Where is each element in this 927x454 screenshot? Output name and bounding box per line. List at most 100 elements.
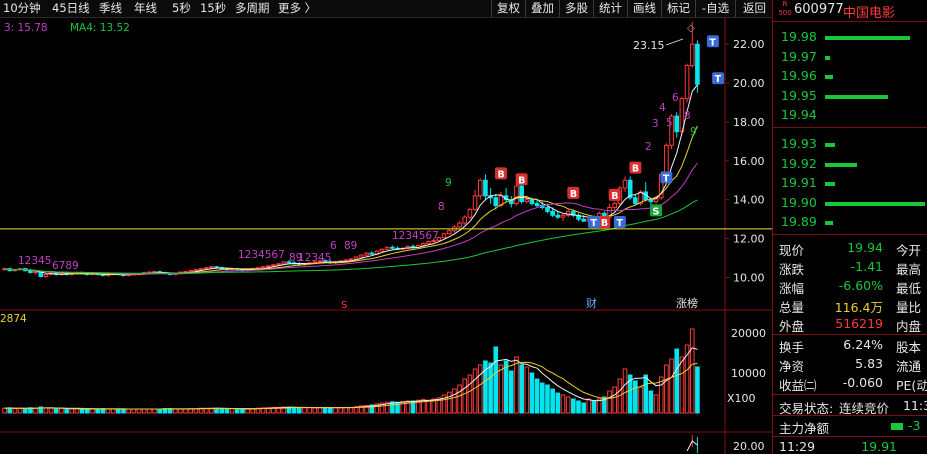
share-capital-label: 股本: [896, 340, 922, 355]
header-divider: [773, 21, 927, 22]
period-5sec[interactable]: 5秒: [172, 0, 191, 17]
volume-bar: [17, 407, 23, 414]
book-price[interactable]: 19.91: [781, 175, 817, 190]
volume-bar: [90, 408, 95, 414]
volume-bar: [183, 408, 188, 414]
stats-divider-3: [773, 394, 927, 395]
volume-bar: [524, 366, 530, 414]
candle: [664, 144, 669, 175]
quote-header: R 500 600977 中国电影: [773, 0, 927, 21]
stock-name[interactable]: 中国电影: [843, 2, 895, 21]
volume-bar: [141, 408, 147, 414]
period-more[interactable]: 更多 〉: [278, 0, 316, 17]
book-price[interactable]: 19.90: [781, 195, 817, 210]
stats-divider-4: [773, 415, 927, 416]
book-price[interactable]: 19.97: [781, 49, 817, 64]
outer-label: 外盘: [779, 319, 805, 334]
tick-price: 19.91: [861, 439, 897, 454]
book-price[interactable]: 19.98: [781, 29, 817, 44]
volume-bar: [53, 408, 59, 414]
candle: [519, 185, 524, 203]
mark-button[interactable]: 标记: [661, 0, 695, 17]
volume-bar: [33, 407, 38, 414]
period-multi[interactable]: 多周期: [235, 0, 270, 17]
ma-line: [4, 199, 698, 274]
book-price[interactable]: 19.89: [781, 214, 817, 229]
candle: [198, 268, 204, 271]
volume-bar: [653, 394, 659, 414]
candle: [209, 266, 214, 269]
book-price[interactable]: 19.93: [781, 136, 817, 151]
volume-bar: [571, 398, 576, 414]
volume-bar: [550, 388, 555, 414]
candle: [462, 216, 468, 224]
candle: [555, 214, 561, 218]
candle: [483, 179, 488, 197]
volume-bar: [493, 346, 499, 414]
change-value: -1.41: [850, 259, 883, 274]
inner-label: 内盘: [896, 319, 922, 334]
candle: [203, 267, 209, 270]
volume-bar: [622, 368, 628, 414]
kline-chart[interactable]: 3: 15.78 MA4: 13.52 2874 X100 20.00 23.1…: [0, 17, 772, 454]
volume-bar: [452, 388, 457, 414]
period-45day[interactable]: 45日线: [52, 0, 90, 17]
volume-bar: [152, 408, 157, 414]
volume-bar: [224, 408, 230, 414]
book-divider: [773, 127, 927, 128]
period-15sec[interactable]: 15秒: [200, 0, 226, 17]
stats-button[interactable]: 统计: [593, 0, 627, 17]
period-10min[interactable]: 10分钟: [3, 0, 41, 17]
buy-signal-label: B: [611, 191, 618, 202]
candle: [477, 179, 483, 197]
limit-list-marker[interactable]: 涨榜: [676, 296, 698, 310]
volume-bar: [586, 398, 592, 414]
candle: [633, 197, 638, 205]
volume-bar: [503, 360, 509, 414]
adjust-button[interactable]: 复权: [491, 0, 525, 17]
volume-bar: [302, 407, 307, 414]
seq-count: 12345: [298, 252, 331, 264]
volume-bar: [126, 408, 131, 414]
diamond-icon: ◇: [687, 23, 695, 34]
period-year[interactable]: 年线: [134, 0, 157, 17]
volume-bar: [229, 408, 235, 414]
remove-watchlist-button[interactable]: -自选: [695, 0, 735, 17]
candle: [265, 265, 271, 268]
back-button[interactable]: 返回: [735, 0, 773, 17]
volume-bar: [534, 378, 540, 414]
badge-top: R: [782, 0, 788, 8]
volume-bar: [638, 386, 643, 414]
candle: [281, 261, 287, 265]
candle: [674, 115, 680, 133]
candle: [369, 252, 374, 255]
volume-bar: [467, 374, 473, 414]
book-price[interactable]: 19.95: [781, 88, 817, 103]
candle: [514, 185, 519, 205]
high-callout: 23.15: [633, 39, 665, 52]
candle: [193, 269, 199, 272]
book-price[interactable]: 19.92: [781, 156, 817, 171]
seq-count: 6789: [52, 260, 79, 272]
volume-bar: [633, 380, 638, 414]
volume-bar: [472, 368, 478, 414]
volume-bar: [591, 400, 597, 414]
earnings-marker[interactable]: 财: [586, 296, 597, 310]
candle: [421, 242, 426, 246]
current-price: 19.94: [847, 240, 883, 255]
multi-stock-button[interactable]: 多股: [559, 0, 593, 17]
volume-bar: [79, 408, 85, 414]
buy-signal-label: B: [570, 189, 577, 200]
book-price[interactable]: 19.94: [781, 107, 817, 122]
draw-line-button[interactable]: 画线: [627, 0, 661, 17]
volume-bar: [333, 407, 338, 414]
book-price[interactable]: 19.96: [781, 68, 817, 83]
volume-bar: [643, 374, 649, 414]
period-quarter[interactable]: 季线: [99, 0, 122, 17]
volume-bar: [312, 407, 318, 414]
overlay-button[interactable]: 叠加: [525, 0, 559, 17]
main-flow-label: 主力净额: [779, 421, 830, 436]
candle: [493, 197, 499, 207]
market-badge: R 500: [776, 0, 794, 20]
top-signal-label: T: [715, 74, 722, 85]
